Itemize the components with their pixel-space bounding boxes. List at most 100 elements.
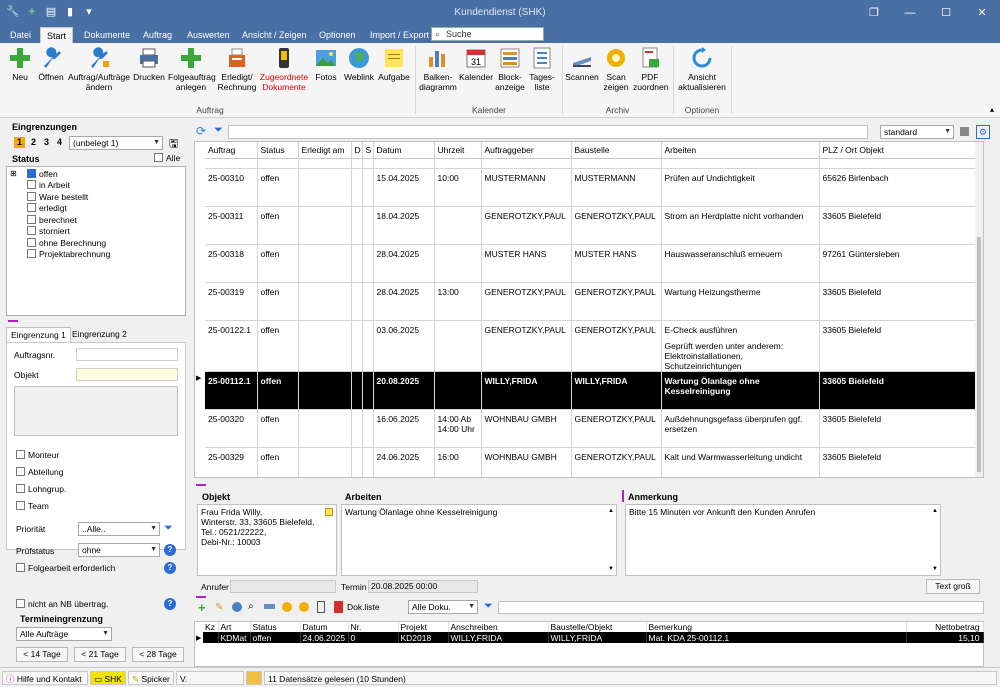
search-input[interactable]: Suche	[446, 29, 472, 39]
folgearbeit-checkbox[interactable]: Folgearbeit erforderlich	[16, 563, 115, 573]
block-view-button[interactable]: Block- anzeige	[495, 47, 525, 92]
col-header-erledigt[interactable]: Erledigt am	[298, 142, 352, 159]
col-header-arbeiten[interactable]: Arbeiten	[661, 142, 820, 159]
calendar-button[interactable]: 31 Kalender	[459, 47, 493, 82]
expand-icon[interactable]: ⊞	[10, 169, 17, 178]
document-icon[interactable]	[317, 601, 325, 613]
monteur-checkbox[interactable]: Monteur	[16, 450, 59, 460]
table-row[interactable]: 25-00329 offen 24.06.2025 16:00 WOHNBAU GMBH…	[205, 447, 976, 477]
col-header-s[interactable]: S	[362, 142, 374, 159]
doc-list-icon[interactable]	[334, 601, 343, 613]
folder-icon[interactable]	[246, 671, 262, 685]
text-gross-button[interactable]: Text groß	[926, 579, 980, 594]
termin-28-button[interactable]: < 28 Tage	[132, 647, 184, 662]
tab-auswerten[interactable]: Auswerten	[181, 27, 236, 43]
col-header-datum[interactable]: Datum	[373, 142, 435, 159]
doc-col-header[interactable]: Datum	[300, 622, 349, 632]
prioritaet-select[interactable]: ..Alle.. ▼	[78, 522, 160, 536]
doc-search-input[interactable]	[498, 601, 984, 614]
tab-eingrenzung-1[interactable]: Eingrenzung 1	[6, 327, 71, 342]
splitter-marker[interactable]	[196, 484, 206, 486]
collapse-ribbon-icon[interactable]: ▴	[990, 105, 994, 114]
preset-1[interactable]: 1	[14, 137, 25, 148]
assigned-documents-button[interactable]: Zugeordnete Dokumente	[259, 47, 309, 92]
scan-view-icon[interactable]	[282, 602, 292, 612]
anmerkung-details[interactable]: Bitte 15 Minuten vor Ankunft den Kunden …	[625, 504, 941, 576]
splitter-marker[interactable]	[622, 490, 624, 502]
spicker-button[interactable]: ✎ Spicker	[128, 671, 174, 685]
status-item-in-arbeit[interactable]: in Arbeit	[27, 180, 70, 191]
nb-uebertrag-checkbox[interactable]: nicht an NB übertrag.	[16, 599, 108, 609]
preset-4[interactable]: 4	[54, 137, 65, 148]
refresh-view-button[interactable]: Ansicht aktualisieren	[676, 47, 728, 92]
filter-icon[interactable]: ⏷	[484, 600, 493, 613]
table-row[interactable]: 25-00318 offen 28.04.2025 MUSTER HANS MUSTER…	[205, 244, 976, 283]
objekt-input[interactable]	[76, 368, 178, 381]
info-icon[interactable]: ?	[164, 562, 176, 574]
objekt-notes-field[interactable]	[14, 386, 178, 436]
status-item-offen[interactable]: offen	[27, 169, 58, 180]
tab-auftrag[interactable]: Auftrag	[137, 27, 178, 43]
doc-col-header[interactable]: Nettobetrag	[906, 622, 984, 632]
scroll-down-icon[interactable]: ▼	[932, 564, 938, 574]
scrollbar-thumb[interactable]	[977, 237, 981, 472]
col-header-uhrzeit[interactable]: Uhrzeit	[434, 142, 482, 159]
add-icon[interactable]: +	[198, 600, 206, 615]
tab-ansicht-zeigen[interactable]: Ansicht / Zeigen	[236, 27, 313, 43]
settings-icon[interactable]: ⚙	[976, 125, 990, 139]
bar-chart-button[interactable]: Balken- diagramm	[419, 47, 457, 92]
anrufer-field[interactable]	[230, 580, 336, 593]
doc-col-header[interactable]: Bemerkung	[646, 622, 907, 632]
photos-button[interactable]: Fotos	[313, 47, 339, 82]
status-item-berechnet[interactable]: berechnet	[27, 215, 77, 226]
tab-start[interactable]: Start	[40, 27, 74, 43]
doc-col-header[interactable]: Projekt	[398, 622, 449, 632]
doc-col-header[interactable]: Anschreiben	[448, 622, 549, 632]
termin-field[interactable]: 20.08.2025 00:00	[368, 580, 478, 593]
tab-datei[interactable]: Datei	[4, 27, 37, 43]
table-row-selected[interactable]: 25-00112.1 offen 20.08.2025 WILLY,FRIDA WILL…	[205, 371, 976, 410]
tab-dokumente[interactable]: Dokumente	[78, 27, 136, 43]
open-button[interactable]: Öffnen	[36, 47, 66, 82]
objekt-details[interactable]: Frau Frida Willy, Winterstr. 33, 33605 B…	[197, 504, 337, 576]
follow-up-order-button[interactable]: Folgeauftrag anlegen	[168, 47, 216, 92]
pencil-icon[interactable]: ✎	[215, 602, 223, 613]
table-row[interactable]: 25-00319 offen 28.04.2025 13:00 GENEROTZKY,P…	[205, 282, 976, 321]
table-row[interactable]: 25-00122.1 offen 03.06.2025 GENEROTZKY,PAUL…	[205, 320, 976, 372]
arbeiten-details[interactable]: Wartung Ölanlage ohne Kesselreinigung ▲ …	[341, 504, 617, 576]
col-header-plz[interactable]: PLZ / Ort Objekt	[819, 142, 976, 159]
status-item-storniert[interactable]: storniert	[27, 226, 70, 237]
filter-icon[interactable]: ⏷	[164, 522, 173, 535]
assign-pdf-button[interactable]: PDF zuordnen	[633, 47, 668, 92]
preset-2[interactable]: 2	[28, 137, 39, 148]
task-button[interactable]: Aufgabe	[378, 47, 410, 82]
restore-icon[interactable]: ❐	[856, 0, 892, 26]
doc-col-header[interactable]: Status	[250, 622, 301, 632]
col-header-auftrag[interactable]: Auftrag	[205, 142, 258, 159]
col-header-status[interactable]: Status	[257, 142, 299, 159]
save-icon[interactable]: 🖫	[169, 135, 182, 150]
splitter-marker[interactable]	[8, 320, 18, 322]
doc-col-header[interactable]: Baustelle/Objekt	[548, 622, 647, 632]
change-order-button[interactable]: Auftrag/Aufträge ändern	[68, 47, 130, 92]
col-header-baustelle[interactable]: Baustelle	[571, 142, 662, 159]
mode-badge[interactable]: ▭ SHK	[90, 671, 126, 685]
col-header-auftraggeber[interactable]: Auftraggeber	[481, 142, 572, 159]
tab-optionen[interactable]: Optionen	[313, 27, 362, 43]
status-item-projektabrechnung[interactable]: Projektabrechnung	[27, 249, 110, 260]
scan-button[interactable]: Scannen	[565, 47, 599, 82]
status-item-ohne-berechnung[interactable]: ohne Berechnung	[27, 238, 106, 249]
doc-col-header[interactable]: Art	[218, 622, 251, 632]
abteilung-checkbox[interactable]: Abteilung	[16, 467, 63, 477]
weblink-button[interactable]: Weblink	[343, 47, 375, 82]
tab-eingrenzung-2[interactable]: Eingrenzung 2	[68, 327, 131, 342]
maximize-button[interactable]: ☐	[928, 0, 964, 26]
done-invoice-button[interactable]: Erledigt/ Rechnung	[217, 47, 257, 92]
layout-icon[interactable]	[960, 127, 969, 136]
scroll-up-icon[interactable]: ▲	[932, 506, 938, 516]
help-contact[interactable]: ⓘ Hilfe und Kontakt	[2, 671, 88, 685]
grid-scrollbar[interactable]	[975, 142, 983, 477]
preset-select[interactable]: (unbelegt 1) ▼	[69, 136, 163, 150]
auftragsnr-input[interactable]	[76, 348, 178, 361]
tab-import-export[interactable]: Import / Export	[364, 27, 435, 43]
